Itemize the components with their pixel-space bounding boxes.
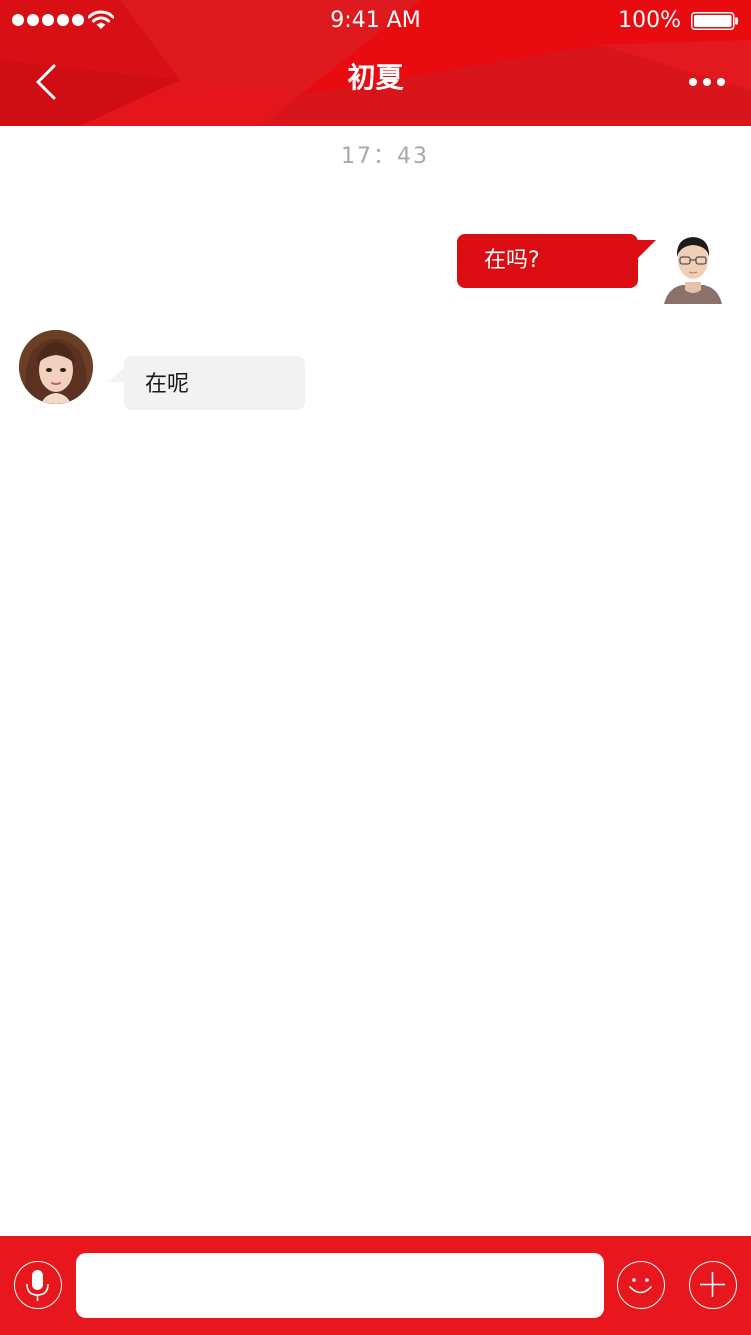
more-dots-icon: [689, 78, 697, 86]
status-bar: 9:41 AM 100%: [0, 0, 751, 40]
smiley-icon: [629, 1278, 652, 1294]
plus-icon: [700, 1272, 725, 1297]
my-avatar[interactable]: [662, 230, 724, 304]
battery-percent: 100%: [618, 8, 681, 33]
chat-title: 初夏: [347, 61, 404, 94]
chat-screen: 9:41 AM 100% 初夏 17：43 在吗? 在呢: [0, 0, 751, 1335]
nav-bar: 初夏: [0, 40, 751, 126]
contact-avatar[interactable]: [19, 330, 93, 404]
incoming-bubble-tail: [107, 368, 125, 382]
incoming-message-bubble[interactable]: 在呢: [124, 356, 305, 410]
header: 9:41 AM 100% 初夏: [0, 0, 751, 126]
message-input[interactable]: [76, 1253, 604, 1318]
add-attachment-button[interactable]: [689, 1261, 737, 1309]
battery-icon: [691, 12, 738, 30]
more-options-button[interactable]: [683, 64, 731, 100]
voice-button[interactable]: [14, 1261, 62, 1309]
outgoing-message-bubble[interactable]: 在吗?: [457, 234, 638, 288]
input-bar: [0, 1236, 751, 1335]
outgoing-bubble-tail: [636, 240, 656, 260]
microphone-icon: [26, 1270, 49, 1301]
message-timestamp: 17：43: [341, 144, 429, 169]
emoji-button[interactable]: [617, 1261, 665, 1309]
